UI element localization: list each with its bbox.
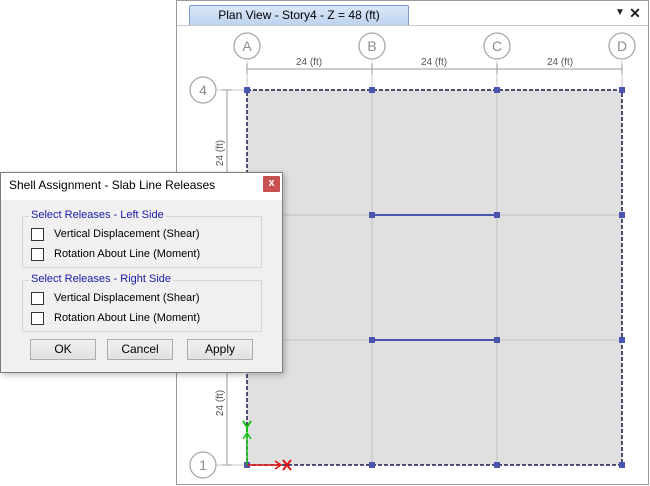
slab-line-releases-dialog: Shell Assignment - Slab Line Releases x …	[0, 172, 283, 373]
grid-label-d: D	[617, 38, 627, 54]
dimension-label-bc: 24 (ft)	[421, 57, 447, 68]
node[interactable]	[619, 337, 625, 343]
left-rotation-label: Rotation About Line (Moment)	[54, 248, 201, 260]
right-side-group: Select Releases - Right Side Vertical Di…	[22, 273, 262, 332]
apply-button[interactable]: Apply	[187, 339, 253, 360]
ok-button[interactable]: OK	[30, 339, 96, 360]
node[interactable]	[369, 462, 375, 468]
dimension-label-cd: 24 (ft)	[547, 57, 573, 68]
right-rotation-checkbox[interactable]	[31, 312, 44, 325]
right-vertical-displacement-checkbox[interactable]	[31, 292, 44, 305]
left-rotation-checkbox[interactable]	[31, 248, 44, 261]
cancel-button[interactable]: Cancel	[107, 339, 173, 360]
dialog-title: Shell Assignment - Slab Line Releases	[9, 178, 216, 192]
dialog-close-button[interactable]: x	[263, 176, 280, 192]
node[interactable]	[619, 462, 625, 468]
node[interactable]	[619, 87, 625, 93]
dialog-body: Select Releases - Left Side Vertical Dis…	[1, 200, 282, 372]
right-vertical-displacement-label: Vertical Displacement (Shear)	[54, 292, 200, 304]
dimension-label-ab: 24 (ft)	[296, 57, 322, 68]
grid-label-4: 4	[199, 82, 207, 98]
dialog-titlebar[interactable]: Shell Assignment - Slab Line Releases x	[1, 173, 282, 199]
dimension-label-row-43: 24 (ft)	[215, 140, 226, 166]
dimension-label-row-21: 24 (ft)	[215, 390, 226, 416]
right-side-legend: Select Releases - Right Side	[29, 273, 174, 285]
slab-area[interactable]	[247, 90, 622, 465]
node[interactable]	[369, 87, 375, 93]
node[interactable]	[369, 337, 375, 343]
grid-label-1: 1	[199, 457, 207, 473]
node[interactable]	[494, 337, 500, 343]
grid-label-c: C	[492, 38, 502, 54]
node[interactable]	[494, 212, 500, 218]
node[interactable]	[619, 212, 625, 218]
node[interactable]	[494, 87, 500, 93]
node[interactable]	[369, 212, 375, 218]
grid-label-a: A	[242, 38, 252, 54]
node[interactable]	[244, 87, 250, 93]
grid-label-b: B	[367, 38, 376, 54]
right-rotation-label: Rotation About Line (Moment)	[54, 312, 201, 324]
left-side-legend: Select Releases - Left Side	[29, 209, 166, 221]
left-side-group: Select Releases - Left Side Vertical Dis…	[22, 209, 262, 268]
node[interactable]	[494, 462, 500, 468]
left-vertical-displacement-label: Vertical Displacement (Shear)	[54, 228, 200, 240]
left-vertical-displacement-checkbox[interactable]	[31, 228, 44, 241]
